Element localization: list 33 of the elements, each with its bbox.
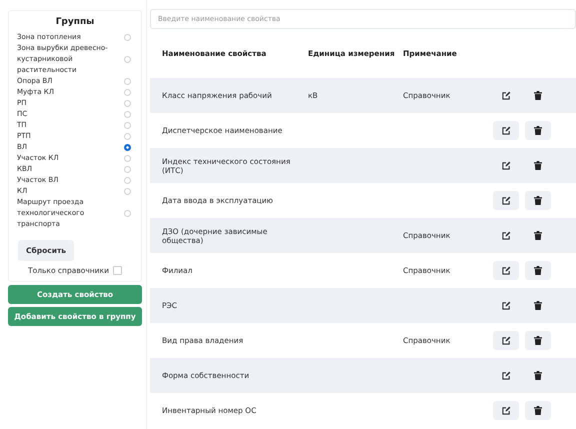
groups-title: Группы	[54, 17, 96, 27]
edit-button[interactable]	[493, 261, 519, 280]
edit-icon	[502, 231, 510, 240]
edit-icon	[502, 336, 510, 345]
trash-icon	[534, 301, 542, 310]
edit-button[interactable]	[493, 191, 519, 210]
trash-icon	[534, 196, 542, 205]
edit-icon	[502, 196, 510, 205]
trash-icon	[534, 161, 542, 170]
edit-button[interactable]	[493, 331, 519, 350]
trash-icon	[534, 406, 542, 415]
delete-button[interactable]	[525, 191, 551, 210]
edit-button[interactable]	[493, 121, 519, 140]
trash-icon	[534, 371, 542, 380]
edit-icon	[502, 126, 510, 135]
delete-button[interactable]	[525, 331, 551, 350]
trash-icon	[534, 266, 542, 275]
trash-icon	[534, 126, 542, 135]
trash-icon	[534, 91, 542, 100]
checkbox[interactable]	[112, 266, 122, 275]
edit-icon	[502, 371, 510, 380]
edit-icon	[502, 406, 510, 415]
edit-icon	[502, 301, 510, 310]
trash-icon	[534, 336, 542, 345]
trash-icon	[534, 231, 542, 240]
edit-icon	[502, 161, 510, 170]
radio-button[interactable]	[124, 144, 131, 151]
edit-button[interactable]	[493, 401, 519, 420]
delete-button[interactable]	[525, 401, 551, 420]
delete-button[interactable]	[525, 261, 551, 280]
delete-button[interactable]	[525, 121, 551, 140]
edit-icon	[502, 266, 510, 275]
edit-icon	[502, 91, 510, 100]
